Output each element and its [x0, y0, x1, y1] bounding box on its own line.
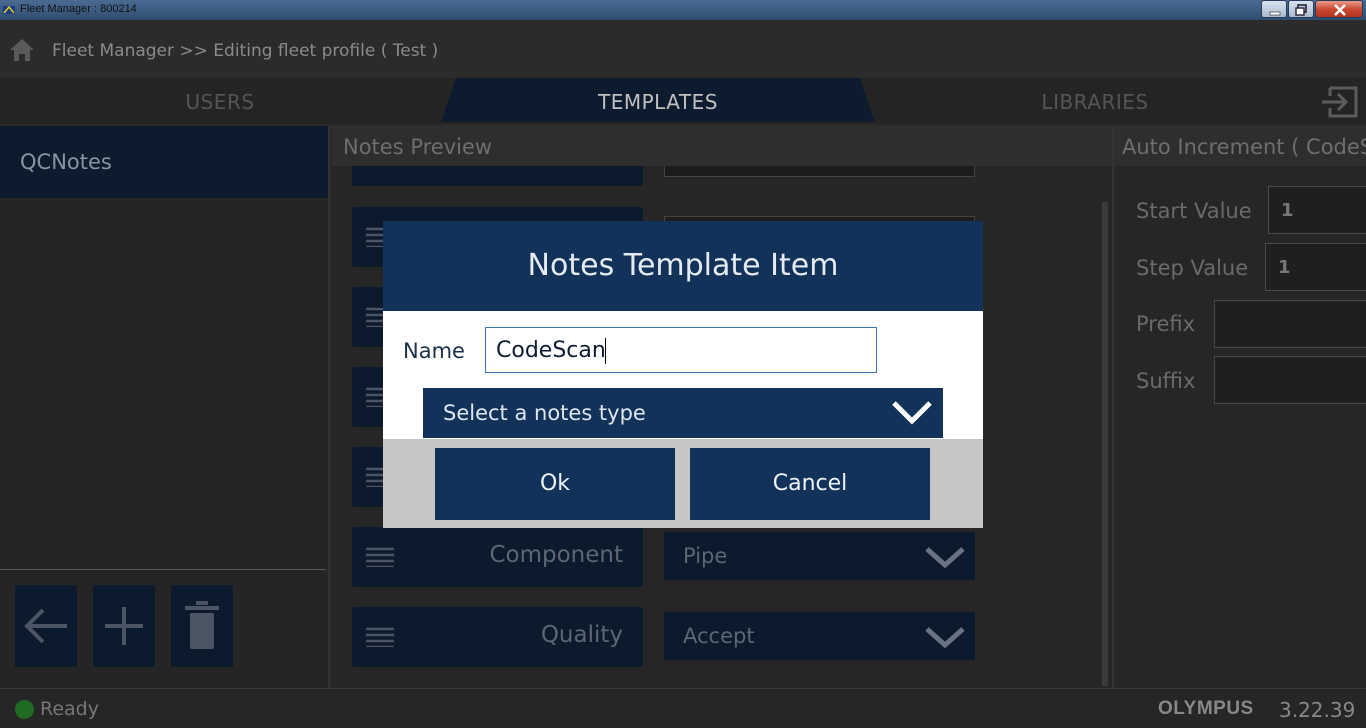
plus-icon — [105, 607, 143, 645]
note-row-label: Component — [489, 542, 623, 568]
dialog-header: Notes Template Item — [383, 221, 983, 311]
tab-users[interactable]: USERS — [0, 78, 440, 124]
notes-preview-title: Notes Preview — [343, 135, 493, 159]
component-dropdown-value: Pipe — [683, 544, 728, 568]
prefix-label: Prefix — [1136, 312, 1196, 336]
name-input[interactable] — [485, 327, 877, 373]
close-icon — [1334, 4, 1346, 16]
drag-handle-icon — [366, 627, 394, 647]
status-text: Ready — [40, 698, 99, 720]
tab-templates-label: TEMPLATES — [598, 90, 718, 114]
start-value-input[interactable]: 1 — [1268, 186, 1366, 234]
home-icon[interactable] — [8, 37, 36, 63]
back-button[interactable] — [15, 585, 77, 667]
tab-templates[interactable]: TEMPLATES — [438, 78, 878, 124]
text-cursor — [605, 338, 606, 364]
chevron-down-icon — [925, 547, 965, 568]
add-button[interactable] — [93, 585, 155, 667]
suffix-label: Suffix — [1136, 369, 1196, 393]
template-list-item[interactable]: QCNotes — [0, 126, 328, 198]
close-button[interactable] — [1315, 0, 1363, 18]
quality-dropdown[interactable]: Accept — [664, 612, 975, 660]
note-row-quality[interactable]: Quality — [352, 607, 643, 667]
restore-icon — [1295, 4, 1307, 16]
brand-logo: OLYMPUS — [1158, 698, 1254, 719]
trash-icon — [185, 601, 219, 649]
minimize-icon — [1269, 11, 1281, 16]
exit-icon[interactable] — [1316, 78, 1366, 124]
quality-dropdown-value: Accept — [683, 624, 755, 648]
app-icon — [3, 5, 15, 14]
note-row-label: Quality — [540, 622, 623, 648]
prefix-input[interactable] — [1214, 300, 1366, 348]
version-text: 3.22.39 — [1279, 698, 1356, 722]
cancel-button[interactable]: Cancel — [690, 448, 930, 520]
auto-increment-panel: Auto Increment ( CodeScan ) Start Value … — [1112, 126, 1366, 688]
template-list-item-label: QCNotes — [20, 150, 112, 174]
dialog-title: Notes Template Item — [527, 248, 839, 283]
chevron-down-icon — [892, 401, 932, 425]
scrollbar[interactable] — [1102, 202, 1108, 686]
auto-increment-header: Auto Increment ( CodeScan ) — [1114, 126, 1366, 166]
restore-button[interactable] — [1288, 0, 1314, 18]
auto-increment-title: Auto Increment ( CodeScan ) — [1122, 135, 1366, 159]
divider — [0, 569, 326, 570]
tab-users-label: USERS — [185, 90, 255, 114]
notes-type-placeholder: Select a notes type — [443, 401, 646, 425]
notes-preview-header: Notes Preview — [332, 126, 1112, 166]
start-value-text: 1 — [1281, 200, 1294, 221]
app-header: Fleet Manager >> Editing fleet profile (… — [0, 20, 1366, 78]
step-value-input[interactable]: 1 — [1265, 243, 1366, 291]
breadcrumb: Fleet Manager >> Editing fleet profile (… — [52, 41, 439, 61]
notes-type-select[interactable]: Select a notes type — [423, 388, 943, 438]
status-indicator-icon — [15, 700, 34, 719]
ok-button[interactable]: Ok — [435, 448, 675, 520]
tab-bar: USERS TEMPLATES LIBRARIES — [0, 78, 1366, 124]
minimize-button[interactable] — [1261, 0, 1287, 18]
delete-button[interactable] — [171, 585, 233, 667]
start-value-label: Start Value — [1136, 199, 1252, 223]
suffix-input[interactable] — [1214, 356, 1366, 404]
chevron-down-icon — [925, 627, 965, 648]
notes-template-item-dialog: Notes Template Item Name Select a notes … — [383, 221, 983, 528]
step-value-label: Step Value — [1136, 256, 1249, 280]
component-dropdown[interactable]: Pipe — [664, 532, 975, 580]
template-list-panel: QCNotes — [0, 126, 330, 688]
window-title: Fleet Manager : 800214 — [20, 3, 137, 15]
tab-libraries[interactable]: LIBRARIES — [880, 78, 1310, 124]
arrow-left-icon — [24, 608, 67, 644]
tab-libraries-label: LIBRARIES — [1041, 90, 1149, 114]
window-titlebar: Fleet Manager : 800214 — [0, 0, 1366, 20]
step-value-text: 1 — [1278, 257, 1291, 278]
drag-handle-icon — [366, 547, 394, 567]
name-label: Name — [403, 339, 465, 363]
note-row-component[interactable]: Component — [352, 527, 643, 587]
status-bar: Ready OLYMPUS 3.22.39 — [0, 688, 1366, 728]
